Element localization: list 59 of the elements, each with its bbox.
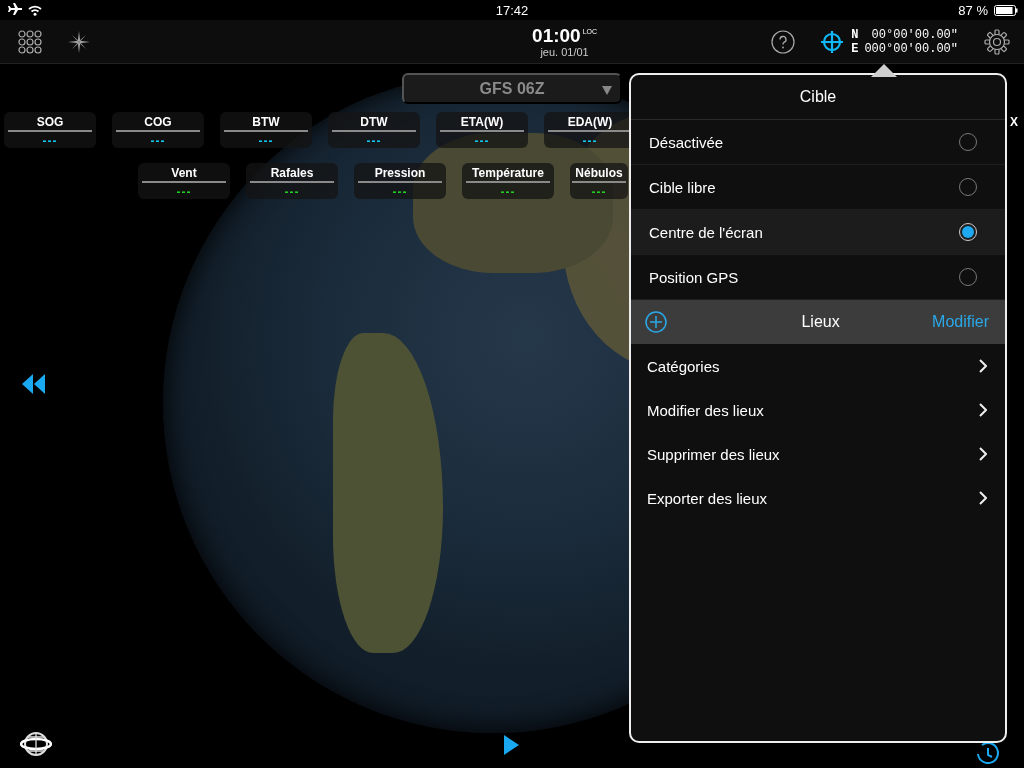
longitude-value: 000°00'00.00" (864, 41, 958, 56)
chevron-icon (979, 359, 987, 373)
popover-pointer-icon (871, 64, 897, 77)
globe-icon[interactable] (20, 729, 52, 759)
chevron-icon (979, 491, 987, 505)
instrument-label: Rafales (270, 166, 314, 180)
instrument-value: --- (392, 186, 408, 198)
menu-item[interactable]: Catégories (631, 344, 1005, 388)
battery-icon (994, 4, 1018, 16)
instrument-label: X (1010, 115, 1019, 129)
longitude-hemisphere: E (851, 41, 859, 56)
menu-item[interactable]: Exporter des lieux (631, 476, 1005, 520)
instrument-value: --- (582, 135, 598, 147)
menu-item[interactable]: Modifier des lieux (631, 388, 1005, 432)
wifi-icon (28, 4, 42, 16)
instrument-label: ETA(W) (460, 115, 504, 129)
airplane-icon (6, 3, 22, 17)
chevron-icon (979, 403, 987, 417)
instrument-value: --- (258, 135, 274, 147)
instrument-value: --- (176, 186, 192, 198)
instrument-label: Vent (171, 166, 197, 180)
instrument-value: --- (500, 186, 516, 198)
target-option[interactable]: Désactivée (631, 120, 1005, 165)
clock-icon[interactable] (974, 740, 1000, 764)
caret-icon (602, 86, 612, 95)
instrument-value: --- (474, 135, 490, 147)
clock-time: 01:00 (532, 25, 581, 46)
add-icon[interactable] (645, 311, 667, 333)
crosshair-icon[interactable] (821, 30, 844, 53)
grid-menu-icon[interactable] (18, 29, 42, 54)
instrument-label: Nébulos (575, 166, 623, 180)
instrument-label: COG (144, 115, 172, 129)
instrument-label: DTW (360, 115, 388, 129)
clock-date: jeu. 01/01 (540, 45, 589, 58)
instrument-value: --- (284, 186, 300, 198)
instrument-label: BTW (252, 115, 280, 129)
instrument-label: Température (472, 166, 544, 180)
instrument-value: --- (150, 135, 166, 147)
chevron-icon (979, 447, 987, 461)
instrument-value: --- (42, 135, 58, 147)
status-time: 17:42 (495, 2, 529, 18)
instrument-label: EDA(W) (567, 115, 613, 129)
section-title: Lieux (800, 313, 841, 331)
model-selector[interactable]: GFS 06Z (402, 73, 622, 104)
instrument-value: --- (366, 135, 382, 147)
instrument-label: SOG (36, 115, 64, 129)
instrument-value: --- (591, 186, 607, 198)
rewind-button[interactable] (20, 372, 48, 396)
play-button[interactable] (502, 734, 520, 756)
edit-button[interactable]: Modifier (932, 313, 989, 331)
latitude-hemisphere: N (851, 27, 859, 42)
settings-icon[interactable] (984, 28, 1010, 55)
latitude-value: 00°00'00.00" (870, 27, 958, 42)
instrument-label: Pression (374, 166, 426, 180)
target-option[interactable]: Centre de l'écran (631, 210, 1005, 255)
menu-item[interactable]: Supprimer des lieux (631, 432, 1005, 476)
help-icon[interactable] (771, 29, 796, 54)
battery-percent: 87 % (958, 2, 988, 18)
popover-title: Cible (631, 75, 1005, 120)
